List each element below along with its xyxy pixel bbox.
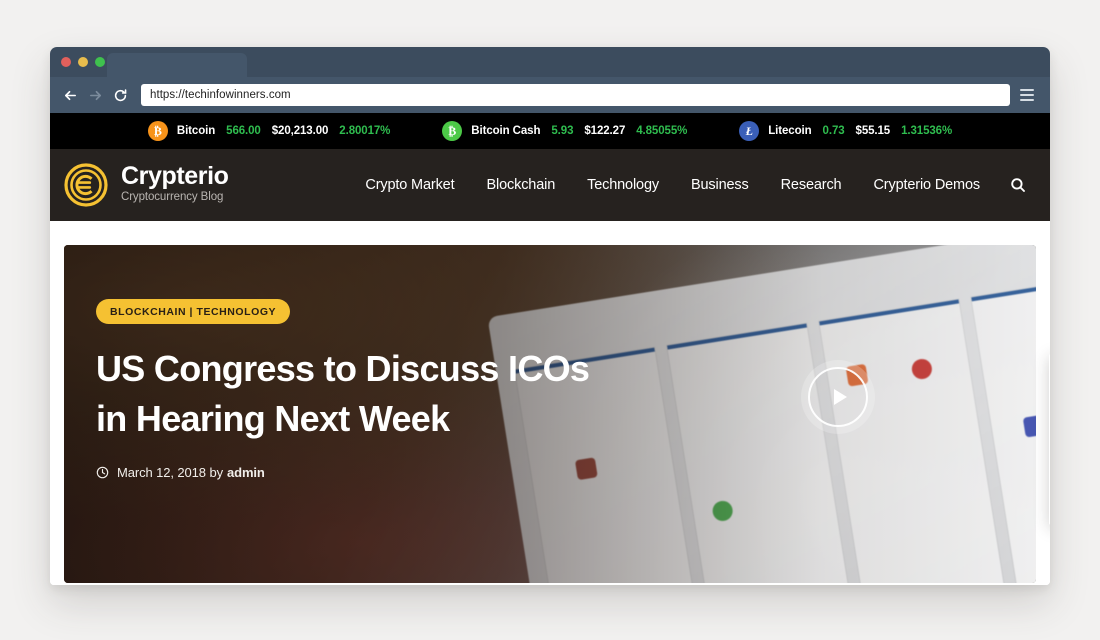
ticker-item-bitcoin-cash[interactable]: ₿ Bitcoin Cash 5.93 $122.27 4.85055% [416, 121, 713, 141]
url-text: https://techinfowinners.com [150, 89, 291, 101]
litecoin-icon: Ł [739, 121, 760, 141]
browser-toolbar: https://techinfowinners.com [50, 77, 1050, 113]
close-window-button[interactable] [61, 57, 71, 67]
ticker-coin-change: 4.85055% [636, 125, 688, 137]
ticker-coin-name: Bitcoin Cash [471, 125, 541, 137]
minimize-window-button[interactable] [78, 57, 88, 67]
hero-category-badge[interactable]: BLOCKCHAIN | TECHNOLOGY [96, 299, 291, 324]
ticker-item-litecoin[interactable]: Ł Litecoin 0.73 $55.15 1.31536% [713, 121, 978, 141]
nav-item-business[interactable]: Business [675, 177, 765, 193]
hero-content: BLOCKCHAIN | TECHNOLOGY US Congress to D… [96, 299, 836, 480]
ticker-coin-name: Bitcoin [176, 125, 216, 137]
url-input[interactable]: https://techinfowinners.com [141, 84, 1010, 106]
bitcoin-cash-symbol: ₿ [448, 123, 457, 138]
hero-meta: March 12, 2018 by admin [96, 465, 836, 480]
floating-side-widget [1049, 354, 1050, 525]
reload-icon[interactable] [109, 84, 131, 106]
bitcoin-symbol: ₿ [153, 123, 162, 138]
main-navigation: Crypto Market Blockchain Technology Busi… [349, 177, 1038, 193]
litecoin-symbol: Ł [745, 123, 753, 138]
bitcoin-icon: ₿ [147, 121, 168, 141]
search-icon[interactable] [1010, 177, 1026, 193]
back-arrow-icon[interactable] [59, 84, 81, 106]
ticker-coin-price: $20,213.00 [271, 125, 329, 137]
hero-section: BLOCKCHAIN | TECHNOLOGY US Congress to D… [50, 221, 1050, 585]
ticker-coin-name: Litecoin [768, 125, 812, 137]
browser-title-bar [50, 47, 1050, 77]
clock-icon [96, 466, 109, 479]
window-controls [61, 57, 105, 67]
hero-title-line-1: US Congress to Discuss ICOs [96, 348, 590, 389]
ticker-coin-change: 1.31536% [901, 125, 953, 137]
gold-coin-icon [64, 163, 108, 207]
logo-title: Crypterio [121, 161, 229, 190]
play-icon[interactable] [808, 367, 868, 427]
browser-window: https://techinfowinners.com ₿ Bitcoin 56… [50, 47, 1050, 585]
nav-item-technology[interactable]: Technology [571, 177, 675, 193]
forward-arrow-icon[interactable] [84, 84, 106, 106]
ticker-coin-volume: 0.73 [822, 125, 845, 137]
ticker-coin-price: $55.15 [855, 125, 891, 137]
ticker-coin-volume: 566.00 [226, 125, 261, 137]
hero-title[interactable]: US Congress to Discuss ICOs in Hearing N… [96, 344, 616, 443]
nav-item-crypterio-demos[interactable]: Crypterio Demos [857, 177, 996, 193]
ticker-coin-price: $122.27 [584, 125, 626, 137]
nav-item-blockchain[interactable]: Blockchain [470, 177, 571, 193]
crypto-ticker-bar: ₿ Bitcoin 566.00 $20,213.00 2.80017% ₿ B… [50, 113, 1050, 149]
ticker-item-bitcoin[interactable]: ₿ Bitcoin 566.00 $20,213.00 2.80017% [122, 121, 416, 141]
page-viewport: ₿ Bitcoin 566.00 $20,213.00 2.80017% ₿ B… [50, 113, 1050, 585]
bitcoin-cash-icon: ₿ [442, 121, 463, 141]
hero-date: March 12, 2018 by [117, 465, 223, 481]
nav-item-research[interactable]: Research [765, 177, 858, 193]
site-logo[interactable]: Crypterio Cryptocurrency Blog [64, 163, 229, 207]
site-header: Crypterio Cryptocurrency Blog Crypto Mar… [50, 149, 1050, 221]
hero-author[interactable]: admin [227, 465, 265, 480]
hero-featured-card[interactable]: BLOCKCHAIN | TECHNOLOGY US Congress to D… [64, 245, 1036, 583]
hamburger-menu-icon[interactable] [1020, 86, 1038, 104]
ticker-coin-change: 2.80017% [339, 125, 391, 137]
ticker-coin-volume: 5.93 [551, 125, 574, 137]
nav-item-crypto-market[interactable]: Crypto Market [349, 177, 470, 193]
logo-tagline: Cryptocurrency Blog [121, 191, 224, 204]
hero-title-line-2: in Hearing Next Week [96, 397, 450, 439]
maximize-window-button[interactable] [95, 57, 105, 67]
browser-tab[interactable] [107, 53, 247, 77]
